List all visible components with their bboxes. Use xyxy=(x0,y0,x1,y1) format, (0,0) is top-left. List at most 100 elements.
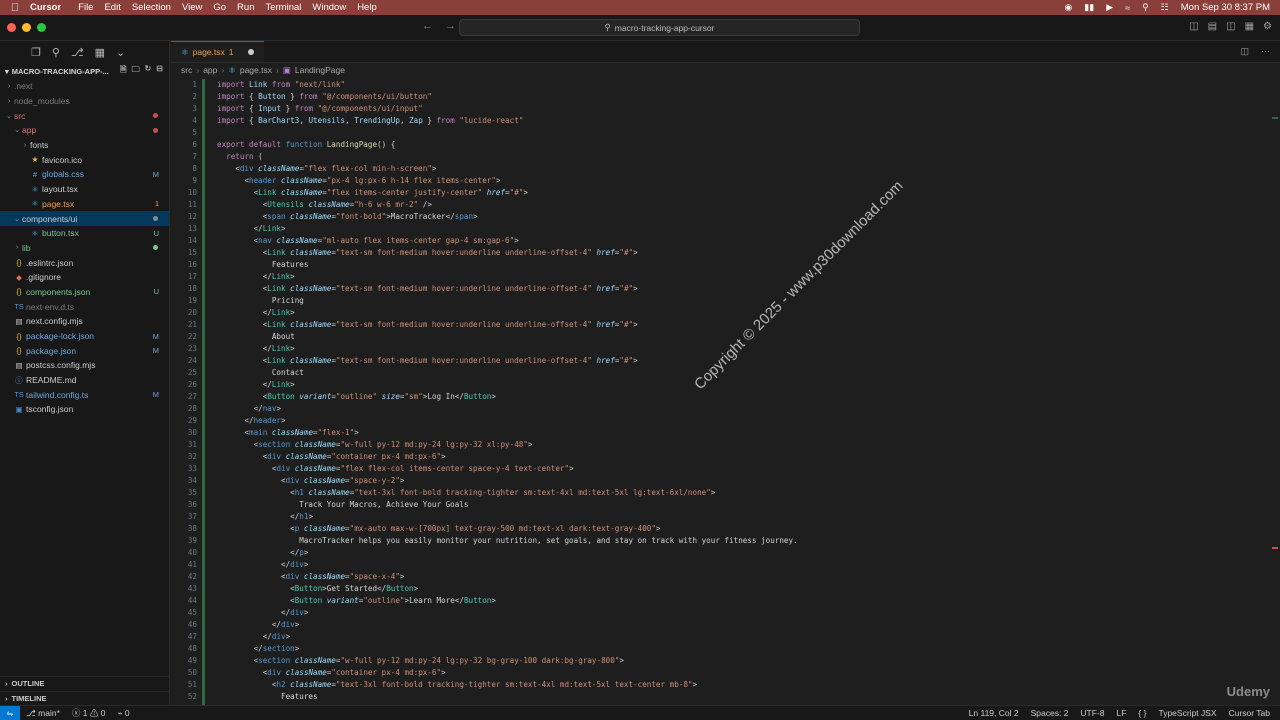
toggle-sidebar-icon[interactable]: ◫ xyxy=(1189,21,1198,32)
indentation[interactable]: Spaces: 2 xyxy=(1031,708,1069,718)
code-line[interactable]: 8 <div className="flex flex-col min-h-sc… xyxy=(171,163,1271,175)
code-line[interactable]: 49 <section className="w-full py-12 md:p… xyxy=(171,655,1271,667)
file-tree-item[interactable]: ⌄ app xyxy=(0,123,169,138)
file-tree-item[interactable]: ⚛ layout.tsx xyxy=(0,182,169,197)
code-line[interactable]: 18 <Link className="text-sm font-medium … xyxy=(171,283,1271,295)
menu-help[interactable]: Help xyxy=(357,2,386,13)
file-tree-item[interactable]: ⌄ components/ui xyxy=(0,211,169,226)
file-tree-item[interactable]: ⚛ page.tsx 1 xyxy=(0,197,169,212)
forward-arrow-icon[interactable]: → xyxy=(445,20,456,32)
code-line[interactable]: 51 <h2 className="text-3xl font-bold tra… xyxy=(171,679,1271,691)
outline-section[interactable]: › OUTLINE xyxy=(0,676,170,690)
file-tree-item[interactable]: ▤ postcss.config.mjs xyxy=(0,358,169,373)
extensions-icon[interactable]: ▦ xyxy=(95,46,105,59)
file-tree-item[interactable]: TS next-env.d.ts xyxy=(0,299,169,314)
file-tree-item[interactable]: ★ favicon.ico xyxy=(0,152,169,167)
file-tree-item[interactable]: ▣ tsconfig.json xyxy=(0,402,169,417)
play-icon[interactable]: ▶ xyxy=(1106,2,1113,13)
apple-icon[interactable]:  xyxy=(0,2,30,14)
code-line[interactable]: 11 <Utensils className="h-6 w-6 mr-2" /> xyxy=(171,199,1271,211)
code-line[interactable]: 9 <header className="px-4 lg:px-6 h-14 f… xyxy=(171,175,1271,187)
toggle-panel-icon[interactable]: ▤ xyxy=(1208,21,1217,32)
code-editor[interactable]: 1 import Link from "next/link" 2 import { B… xyxy=(171,79,1271,705)
editor-scrollbar[interactable] xyxy=(1270,77,1280,705)
unsaved-dot-icon[interactable] xyxy=(247,49,254,55)
search-icon[interactable]: ⚲ xyxy=(52,46,60,59)
back-arrow-icon[interactable]: ← xyxy=(422,20,433,32)
code-line[interactable]: 42 <div className="space-x-4"> xyxy=(171,571,1271,583)
code-line[interactable]: 37 </h1> xyxy=(171,511,1271,523)
new-file-icon[interactable]: 🗎 xyxy=(120,64,126,78)
file-tree-item[interactable]: ⌄ src xyxy=(0,108,169,123)
end-of-line[interactable]: LF xyxy=(1117,708,1127,718)
code-line[interactable]: 46 </div> xyxy=(171,619,1271,631)
code-line[interactable]: 52 Features xyxy=(171,691,1271,703)
remote-indicator-icon[interactable]: ⇋ xyxy=(0,705,20,720)
code-line[interactable]: 10 <Link className="flex items-center ju… xyxy=(171,187,1271,199)
file-tree-item[interactable]: {} package.json M xyxy=(0,343,169,358)
menu-view[interactable]: View xyxy=(182,2,211,13)
code-line[interactable]: 1 import Link from "next/link" xyxy=(171,79,1271,91)
code-line[interactable]: 4 import { BarChart3, Utensils, TrendingU… xyxy=(171,115,1271,127)
code-line[interactable]: 13 </Link> xyxy=(171,223,1271,235)
menu-run[interactable]: Run xyxy=(237,2,263,13)
code-line[interactable]: 19 Pricing xyxy=(171,295,1271,307)
code-line[interactable]: 41 </div> xyxy=(171,559,1271,571)
code-line[interactable]: 2 import { Button } from "@/components/ui… xyxy=(171,91,1271,103)
code-line[interactable]: 12 <span className="font-bold">MacroTrac… xyxy=(171,211,1271,223)
file-tree-item[interactable]: {} components.json U xyxy=(0,285,169,300)
explorer-header[interactable]: ▾ MACRO-TRACKING-APP-... 🗎 🗀 ↻ ⊟ xyxy=(0,63,169,79)
code-line[interactable]: 17 </Link> xyxy=(171,271,1271,283)
customize-layout-icon[interactable]: ▦ xyxy=(1245,21,1254,32)
toggle-secondary-sidebar-icon[interactable]: ◫ xyxy=(1226,21,1235,32)
file-tree-item[interactable]: ▤ next.config.mjs xyxy=(0,314,169,329)
menu-app-name[interactable]: Cursor xyxy=(30,2,70,13)
code-line[interactable]: 39 MacroTracker helps you easily monitor… xyxy=(171,535,1271,547)
code-line[interactable]: 31 <section className="w-full py-12 md:p… xyxy=(171,439,1271,451)
file-tree-item[interactable]: {} package-lock.json M xyxy=(0,329,169,344)
close-window-button[interactable] xyxy=(7,23,16,32)
cursor-position[interactable]: Ln 119, Col 2 xyxy=(969,708,1019,718)
breadcrumb-app[interactable]: app xyxy=(203,65,217,75)
file-tree-item[interactable]: › lib xyxy=(0,241,169,256)
code-line[interactable]: 22 About xyxy=(171,331,1271,343)
menu-terminal[interactable]: Terminal xyxy=(265,2,310,13)
minimize-window-button[interactable] xyxy=(22,23,31,32)
wifi-icon[interactable]: ≈ xyxy=(1125,3,1130,13)
timeline-section[interactable]: › TIMELINE xyxy=(0,691,170,705)
control-center-icon[interactable]: ☷ xyxy=(1161,2,1169,13)
record-icon[interactable]: ◉ xyxy=(1064,2,1072,13)
code-line[interactable]: 38 <p className="mx-auto max-w-[700px] t… xyxy=(171,523,1271,535)
file-tree-item[interactable]: › fonts xyxy=(0,138,169,153)
collapse-all-icon[interactable]: ⊟ xyxy=(156,64,163,78)
menu-edit[interactable]: Edit xyxy=(104,2,129,13)
file-tree-item[interactable]: › .next xyxy=(0,79,169,94)
menu-window[interactable]: Window xyxy=(312,2,355,13)
file-encoding[interactable]: UTF-8 xyxy=(1080,708,1104,718)
code-line[interactable]: 33 <div className="flex flex-col items-c… xyxy=(171,463,1271,475)
command-center-search[interactable]: ⚲ macro-tracking-app-cursor xyxy=(459,19,860,36)
code-line[interactable]: 6 export default function LandingPage() { xyxy=(171,139,1271,151)
file-tree-item[interactable]: {} .eslintrc.json xyxy=(0,255,169,270)
breadcrumb-src[interactable]: src xyxy=(181,65,192,75)
code-line[interactable]: 30 <main className="flex-1"> xyxy=(171,427,1271,439)
code-line[interactable]: 28 </nav> xyxy=(171,403,1271,415)
code-line[interactable]: 43 <Button>Get Started</Button> xyxy=(171,583,1271,595)
cursor-tab-status[interactable]: Cursor Tab xyxy=(1229,708,1270,718)
menu-go[interactable]: Go xyxy=(213,2,235,13)
new-folder-icon[interactable]: 🗀 xyxy=(132,64,140,78)
file-tree-item[interactable]: › node_modules xyxy=(0,94,169,109)
refresh-icon[interactable]: ↻ xyxy=(145,64,152,78)
file-tree-item[interactable]: # globals.css M xyxy=(0,167,169,182)
breadcrumb-symbol[interactable]: LandingPage xyxy=(295,65,345,75)
file-tree-item[interactable]: ◆ .gitignore xyxy=(0,270,169,285)
split-editor-icon[interactable]: ◫ xyxy=(1240,46,1249,57)
code-line[interactable]: 20 </Link> xyxy=(171,307,1271,319)
code-line[interactable]: 16 Features xyxy=(171,259,1271,271)
battery-icon[interactable]: ▮▮ xyxy=(1084,2,1094,13)
explorer-files-icon[interactable]: ❐ xyxy=(31,46,41,59)
tab-page-tsx[interactable]: ⚛ page.tsx 1 xyxy=(171,41,264,62)
git-branch[interactable]: ⎇ main* xyxy=(20,708,66,719)
code-line[interactable]: 7 return ( xyxy=(171,151,1271,163)
code-line[interactable]: 5 xyxy=(171,127,1271,139)
